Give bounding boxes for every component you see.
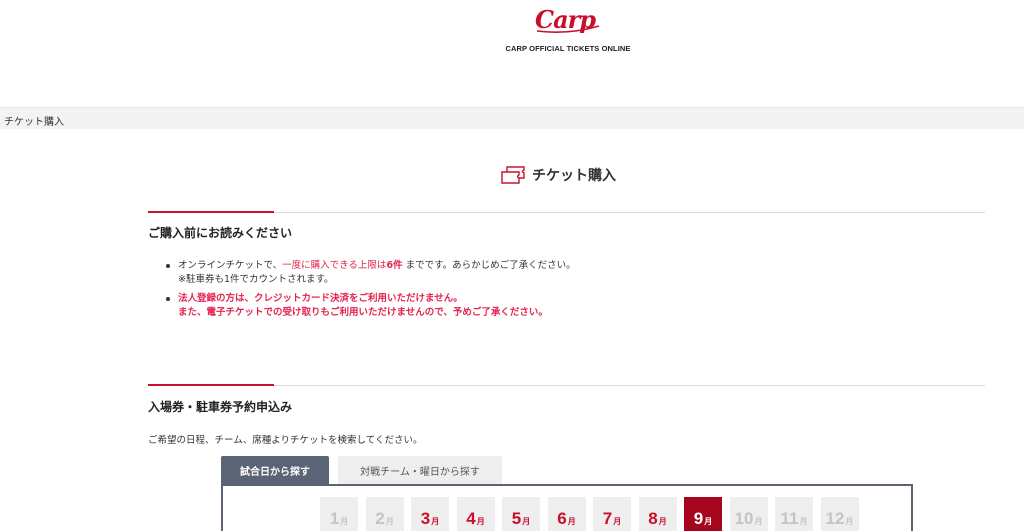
section-divider <box>148 384 985 386</box>
month-number: 6 <box>557 509 567 528</box>
notice-heading: ご購入前にお読みください <box>148 226 293 240</box>
month-number: 4 <box>466 509 476 528</box>
breadcrumb-current: チケット購入 <box>4 117 64 128</box>
search-instruction: ご希望の日程、チーム、席種よりチケットを検索してください。 <box>148 435 423 446</box>
tab-search-by-team-weekday[interactable]: 対戦チーム・曜日から探す <box>338 456 502 484</box>
month-button-3[interactable]: 3月 <box>411 497 449 531</box>
notice-limit-highlight: 一度に購入できる上限は <box>282 260 387 271</box>
month-unit: 月 <box>567 517 576 526</box>
month-unit: 月 <box>476 517 485 526</box>
month-number: 8 <box>648 509 658 528</box>
month-unit: 月 <box>704 517 713 526</box>
month-number: 9 <box>693 509 704 528</box>
month-button-10: 10 月 <box>729 497 768 531</box>
breadcrumb: チケット購入 <box>0 107 1024 129</box>
month-number: 12 <box>825 509 845 528</box>
section-divider <box>148 211 985 213</box>
month-button-4[interactable]: 4月 <box>456 497 495 531</box>
month-unit: 月 <box>431 517 440 526</box>
carp-logo[interactable]: Carp <box>533 6 603 36</box>
month-button-8[interactable]: 8月 <box>638 497 677 531</box>
month-button-11: 11 月 <box>775 497 813 531</box>
notice-corporate-line1: 法人登録の方は、クレジットカード決済をご利用いただけません。 <box>178 293 463 304</box>
month-button-12: 12 月 <box>820 497 859 531</box>
month-number: 2 <box>375 509 385 528</box>
month-unit: 月 <box>340 517 349 526</box>
month-number: 11 <box>780 509 799 528</box>
page-title-text: チケット購入 <box>532 168 616 184</box>
month-number: 3 <box>420 509 431 528</box>
notice-limit-note: ※駐車券も1件でカウントされます。 <box>178 274 334 285</box>
notice-list: オンラインチケットで、一度に購入できる上限は6件 までです。あらかじめご了承くだ… <box>166 259 576 325</box>
site-subtitle: CARP OFFICIAL TICKETS ONLINE <box>505 44 631 53</box>
month-unit: 月 <box>613 517 622 526</box>
notice-limit-pre: オンラインチケットで、 <box>178 260 283 271</box>
tab-search-by-date[interactable]: 試合日から探す <box>221 456 329 484</box>
ticket-icon <box>501 166 525 184</box>
site-header: Carp CARP OFFICIAL TICKETS ONLINE <box>0 0 1024 107</box>
month-button-7[interactable]: 7月 <box>593 497 631 531</box>
month-button-2: 2月 <box>365 497 404 531</box>
logo-text: Carp <box>535 6 596 34</box>
month-number: 1 <box>329 509 340 528</box>
month-button-5[interactable]: 5月 <box>502 497 540 531</box>
month-unit: 月 <box>799 517 808 526</box>
month-unit: 月 <box>754 517 763 526</box>
notice-corporate-line2: また、電子チケットでの受け取りもご利用いただけませんので、予めご了承ください。 <box>178 307 548 318</box>
notice-item-corporate: 法人登録の方は、クレジットカード決済をご利用いただけません。 また、電子チケット… <box>166 292 576 320</box>
month-unit: 月 <box>385 517 394 526</box>
month-unit: 月 <box>845 517 854 526</box>
month-button-1: 1月 <box>320 497 358 531</box>
month-button-6[interactable]: 6月 <box>547 497 586 531</box>
notice-limit-post: までです。あらかじめご了承ください。 <box>402 260 576 271</box>
month-selector: 1 月 2 月 3 月 4 月 5 月 6 月 7 月 8 月 9 月 10 月 11 月 12 月 <box>320 497 866 531</box>
month-number: 5 <box>511 509 522 528</box>
page-title: チケット購入 <box>500 164 616 186</box>
reservation-heading: 入場券・駐車券予約申込み <box>148 400 293 414</box>
month-unit: 月 <box>522 517 531 526</box>
month-number: 10 <box>734 509 754 528</box>
notice-item-limit: オンラインチケットで、一度に購入できる上限は6件 までです。あらかじめご了承くだ… <box>166 259 576 287</box>
notice-limit-count: 6件 <box>386 260 403 271</box>
month-number: 7 <box>602 509 613 528</box>
month-button-9[interactable]: 9月 <box>684 497 722 531</box>
month-unit: 月 <box>658 517 667 526</box>
